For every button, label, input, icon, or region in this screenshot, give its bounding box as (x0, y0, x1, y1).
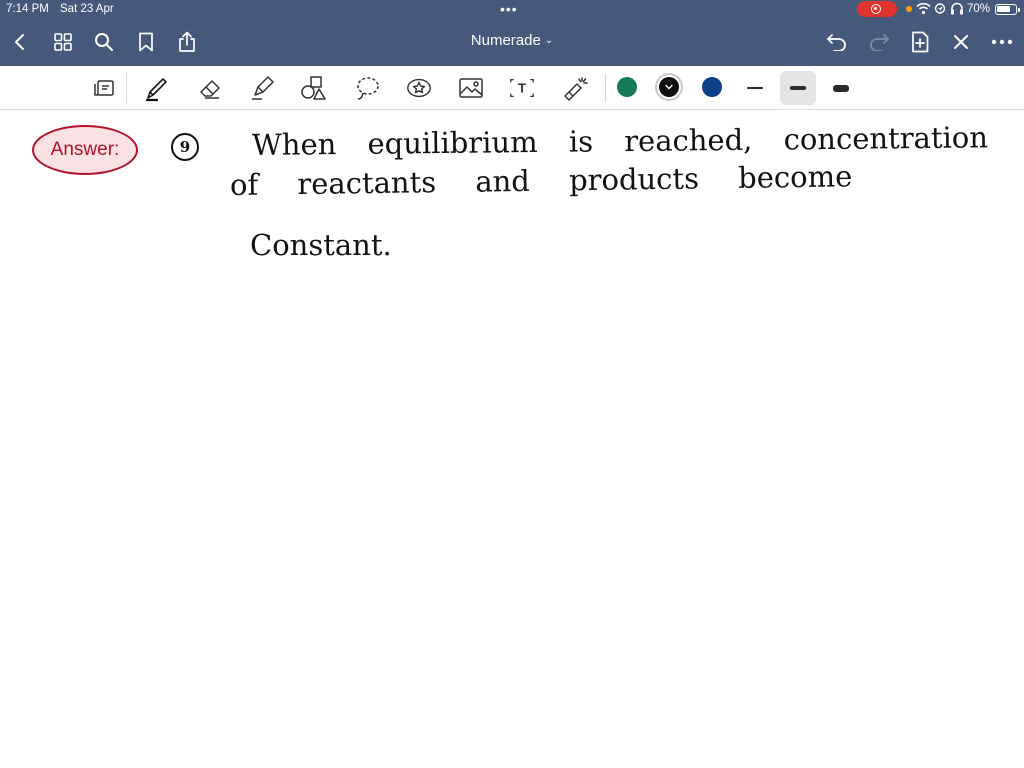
chevron-down-icon (659, 77, 679, 97)
battery-icon (995, 4, 1020, 15)
question-number: 9 (171, 133, 199, 161)
highlighter-icon[interactable] (249, 75, 277, 101)
handwritten-line-2: of reactants and products become (229, 159, 853, 202)
laser-pointer-icon[interactable] (561, 75, 589, 101)
pen-icon[interactable] (143, 75, 171, 102)
sticker-icon[interactable] (405, 75, 433, 101)
stroke-width-thick[interactable] (823, 71, 859, 105)
close-icon[interactable] (949, 30, 973, 54)
wifi-icon (916, 2, 931, 15)
battery-percent: 70% (967, 3, 991, 15)
multitasking-dots-icon[interactable]: ••• (500, 1, 518, 17)
handwritten-line-3: Constant. (250, 228, 392, 262)
drawing-toolbar: T (0, 66, 1024, 110)
status-date: Sat 23 Apr (60, 3, 114, 15)
search-icon[interactable] (92, 30, 116, 54)
toolbar-divider (126, 74, 127, 102)
image-icon[interactable] (457, 75, 485, 101)
eraser-icon[interactable] (197, 75, 225, 101)
battery-fill (997, 6, 1010, 12)
shapes-icon[interactable] (300, 75, 328, 101)
grid-icon[interactable] (51, 30, 75, 54)
back-icon[interactable] (8, 30, 32, 54)
stroke-width-thin[interactable] (737, 71, 773, 105)
top-bar: 7:14 PM Sat 23 Apr ••• 70% Numerade ⌄ (0, 0, 1024, 66)
headphones-icon (951, 2, 963, 15)
note-canvas[interactable]: Answer: 9 When equilibrium is reached, c… (0, 111, 1024, 768)
answer-label: Answer: (50, 139, 120, 160)
share-icon[interactable] (175, 30, 199, 54)
privacy-dot-icon (906, 6, 912, 12)
undo-icon[interactable] (825, 30, 849, 54)
lasso-icon[interactable] (354, 75, 382, 101)
answer-badge: Answer: (32, 125, 138, 175)
svg-text:T: T (518, 81, 526, 96)
color-swatch-blue[interactable] (702, 77, 722, 97)
redo-icon[interactable] (867, 30, 891, 54)
location-icon (934, 3, 946, 14)
stroke-width-medium[interactable] (780, 71, 816, 105)
toolbar-divider (605, 74, 606, 102)
color-swatch-green[interactable] (617, 77, 637, 97)
more-icon[interactable] (990, 30, 1014, 54)
document-title[interactable]: Numerade ⌄ (440, 32, 584, 49)
document-title-label: Numerade (470, 32, 541, 49)
reading-mode-icon[interactable] (91, 75, 119, 101)
status-bar: 7:14 PM Sat 23 Apr ••• 70% (0, 0, 1024, 18)
add-page-icon[interactable] (908, 30, 932, 54)
screen-recording-icon[interactable] (857, 1, 897, 17)
text-box-icon[interactable]: T (508, 75, 536, 101)
status-time: 7:14 PM (6, 3, 49, 15)
chevron-down-icon[interactable]: ⌄ (545, 35, 553, 46)
bookmark-icon[interactable] (134, 30, 158, 54)
handwritten-line-1: When equilibrium is reached, concentrati… (251, 120, 989, 162)
color-swatch-black[interactable] (659, 77, 679, 97)
